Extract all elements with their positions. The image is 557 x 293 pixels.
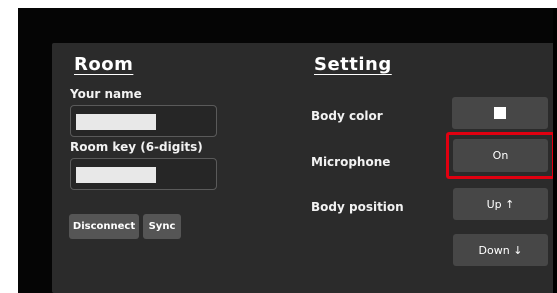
body-color-swatch — [494, 107, 506, 119]
body-color-button[interactable] — [452, 97, 548, 129]
your-name-value — [76, 114, 156, 130]
disconnect-button[interactable]: Disconnect — [69, 214, 139, 239]
sync-button[interactable]: Sync — [143, 214, 181, 239]
setting-section-title: Setting — [314, 54, 392, 75]
settings-panel: Room Your name Room key (6-digits) Disco… — [52, 43, 557, 293]
your-name-input[interactable] — [70, 105, 217, 137]
body-position-up-button[interactable]: Up ↑ — [453, 188, 548, 220]
room-key-label: Room key (6-digits) — [70, 140, 203, 154]
room-key-value — [76, 167, 156, 183]
app-screen: Room Your name Room key (6-digits) Disco… — [18, 8, 557, 293]
body-position-down-button[interactable]: Down ↓ — [453, 234, 548, 266]
body-position-label: Body position — [311, 200, 404, 214]
microphone-toggle-button[interactable]: On — [453, 139, 548, 172]
screen-edge — [553, 8, 557, 293]
body-color-label: Body color — [311, 109, 383, 123]
room-section-title: Room — [74, 54, 134, 75]
room-key-input[interactable] — [70, 158, 217, 190]
your-name-label: Your name — [70, 87, 142, 101]
microphone-label: Microphone — [311, 155, 391, 169]
